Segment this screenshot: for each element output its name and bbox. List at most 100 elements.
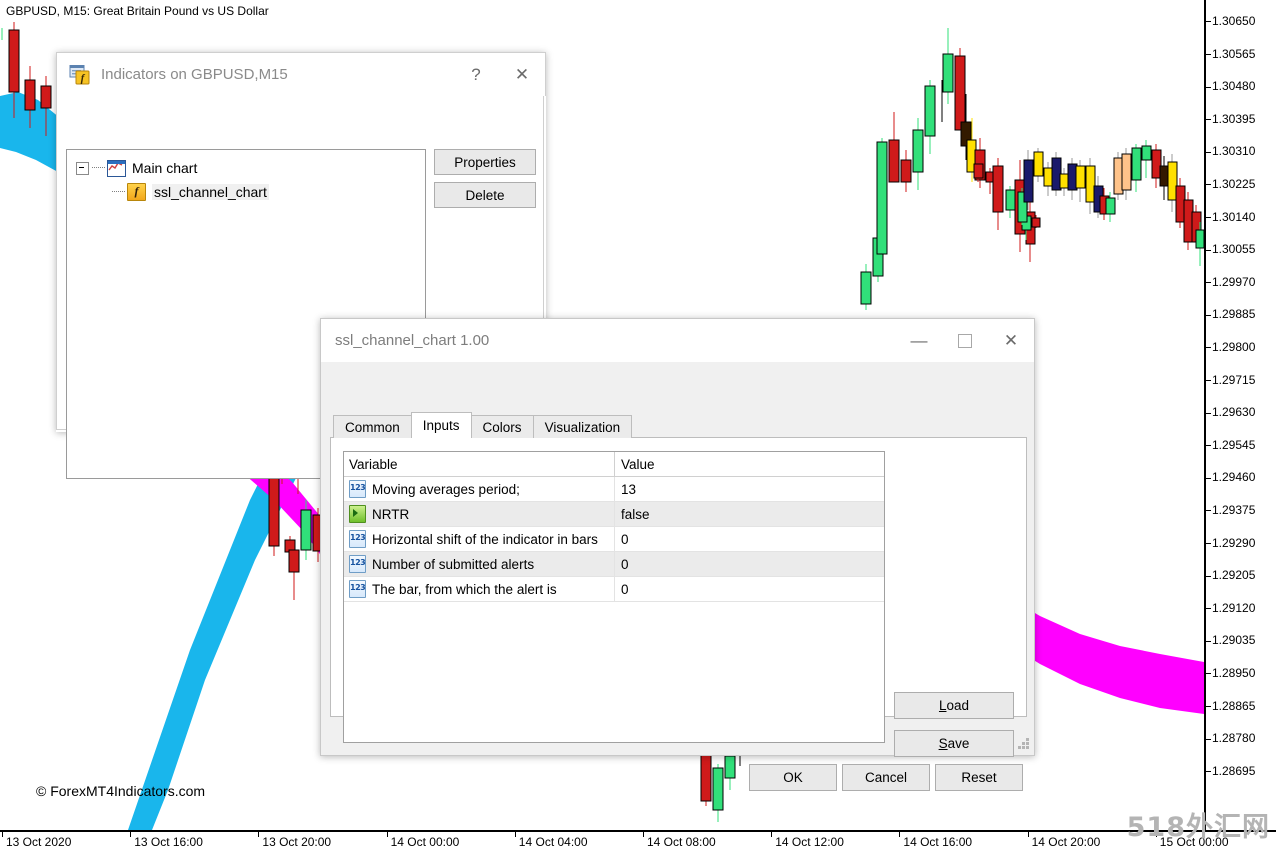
collapse-icon[interactable] (76, 161, 89, 175)
help-button[interactable]: ? (453, 54, 499, 96)
table-row[interactable]: NRTR false (344, 502, 884, 527)
price-tick: 1.29800 (1206, 340, 1255, 354)
table-row[interactable]: 123 Moving averages period; 13 (344, 477, 884, 502)
price-tick-label: 1.29205 (1212, 568, 1256, 583)
column-header-value: Value (621, 456, 655, 472)
price-tick: 1.28865 (1206, 699, 1255, 713)
ok-button[interactable]: OK (749, 764, 837, 791)
time-tick-mark (258, 832, 260, 837)
price-tick-label: 1.29460 (1212, 470, 1256, 485)
price-tick: 1.28780 (1206, 731, 1255, 745)
table-row[interactable]: 123 The bar, from which the alert is 0 (344, 577, 884, 602)
maximize-icon[interactable] (942, 320, 988, 362)
price-tick-label: 1.30395 (1212, 111, 1256, 126)
time-tick-label: 13 Oct 16:00 (134, 835, 203, 849)
cancel-button[interactable]: Cancel (842, 764, 930, 791)
indicators-icon: f (69, 64, 91, 85)
boolean-icon (349, 505, 366, 523)
time-tick-mark (514, 832, 516, 837)
properties-dialog-body: Common Inputs Colors Visualization Varia… (320, 362, 1035, 791)
reset-button[interactable]: Reset (935, 764, 1023, 791)
price-scale-axis[interactable]: 1.30650 1.30565 1.30480 1.30395 1.30310 1.302… (1204, 0, 1276, 830)
price-tick-dash (1206, 542, 1211, 544)
input-variable-label: Number of submitted alerts (372, 556, 535, 572)
price-tick-label: 1.29630 (1212, 405, 1256, 420)
time-tick-label: 14 Oct 04:00 (518, 835, 588, 849)
price-tick-label: 1.29035 (1212, 633, 1256, 648)
price-tick-dash (1206, 575, 1211, 577)
time-tick-mark (386, 832, 388, 837)
price-tick-label: 1.30310 (1212, 144, 1256, 159)
close-icon[interactable]: ✕ (988, 320, 1034, 362)
price-tick-dash (1206, 379, 1211, 381)
input-value-cell[interactable]: false (615, 502, 884, 526)
input-variable-label: Horizontal shift of the indicator in bar… (372, 531, 598, 547)
tab-colors[interactable]: Colors (470, 415, 534, 438)
time-tick-label: 14 Oct 16:00 (903, 835, 973, 849)
price-tick: 1.30055 (1206, 242, 1255, 256)
tab-inputs[interactable]: Inputs (410, 412, 472, 438)
tree-node-ssl-channel-chart[interactable]: f ssl_channel_chart (67, 181, 425, 203)
time-tick-label: 14 Oct 00:00 (390, 835, 460, 849)
resize-grip[interactable] (1017, 738, 1030, 751)
input-value-cell[interactable]: 13 (615, 477, 884, 501)
price-tick: 1.28950 (1206, 666, 1255, 680)
price-tick: 1.29120 (1206, 601, 1255, 615)
price-tick: 1.30310 (1206, 144, 1255, 158)
price-tick-label: 1.29800 (1212, 340, 1256, 354)
price-tick-dash (1206, 184, 1211, 186)
tab-visualization[interactable]: Visualization (532, 415, 633, 438)
table-row[interactable]: 123 Number of submitted alerts 0 (344, 552, 884, 577)
price-tick-dash (1206, 314, 1211, 316)
price-tick: 1.29715 (1206, 373, 1255, 387)
tab-common[interactable]: Common (333, 415, 412, 438)
price-tick-label: 1.30055 (1212, 242, 1256, 257)
time-tick-label: 14 Oct 20:00 (1031, 835, 1101, 849)
input-variable-cell: 123 Horizontal shift of the indicator in… (344, 527, 615, 551)
price-tick-dash (1206, 771, 1211, 773)
number-icon: 123 (349, 580, 366, 598)
tree-connector (112, 191, 125, 193)
number-icon: 123 (349, 555, 366, 573)
properties-dialog-titlebar[interactable]: ssl_channel_chart 1.00 — ✕ (320, 318, 1035, 362)
price-tick: 1.28695 (1206, 764, 1255, 778)
price-tick-label: 1.30650 (1212, 14, 1256, 28)
price-tick-label: 1.30565 (1212, 46, 1256, 61)
tree-node-main-chart[interactable]: Main chart (67, 157, 425, 179)
properties-tabstrip[interactable]: Common Inputs Colors Visualization (333, 412, 633, 438)
inputs-table[interactable]: Variable Value 123 Moving averages perio… (343, 451, 885, 743)
price-tick-label: 1.29375 (1212, 503, 1256, 517)
price-tick: 1.30395 (1206, 112, 1255, 126)
load-button[interactable]: Load (894, 692, 1014, 719)
price-tick-label: 1.29290 (1212, 535, 1256, 550)
inputs-tab-panel: Variable Value 123 Moving averages perio… (330, 437, 1027, 757)
indicator-function-icon: f (127, 183, 146, 201)
input-value-cell[interactable]: 0 (615, 527, 884, 551)
table-row[interactable]: 123 Horizontal shift of the indicator in… (344, 527, 884, 552)
input-variable-label: Moving averages period; (372, 481, 520, 497)
time-scale-axis[interactable]: 13 Oct 2020 13 Oct 16:00 13 Oct 20:00 14 Oc… (0, 830, 1276, 856)
input-value-cell[interactable]: 0 (615, 552, 884, 576)
load-button-label-accel: L (938, 698, 947, 713)
price-tick-dash (1206, 249, 1211, 251)
save-button[interactable]: Save (894, 730, 1014, 757)
price-tick-dash (1206, 86, 1211, 88)
price-tick-dash (1206, 216, 1211, 218)
price-tick-dash (1206, 21, 1211, 23)
price-tick: 1.29035 (1206, 633, 1255, 647)
properties-dialog-title: ssl_channel_chart 1.00 (335, 332, 490, 349)
time-tick-label: 14 Oct 08:00 (647, 835, 716, 849)
input-value-cell[interactable]: 0 (615, 577, 884, 601)
delete-button[interactable]: Delete (434, 182, 536, 208)
close-icon[interactable]: ✕ (499, 54, 545, 96)
input-variable-cell: NRTR (344, 502, 615, 526)
price-tick: 1.30650 (1206, 14, 1255, 28)
price-tick-dash (1206, 608, 1211, 610)
indicator-properties-dialog[interactable]: ssl_channel_chart 1.00 — ✕ Common Inputs… (320, 318, 1035, 791)
price-tick: 1.30480 (1206, 79, 1255, 93)
properties-button[interactable]: Properties (434, 149, 536, 175)
indicators-dialog-titlebar[interactable]: f Indicators on GBPUSD,M15 ? ✕ (56, 52, 546, 96)
time-tick-mark (771, 832, 773, 837)
minimize-icon[interactable]: — (896, 320, 942, 362)
inputs-table-header: Variable Value (344, 452, 884, 477)
